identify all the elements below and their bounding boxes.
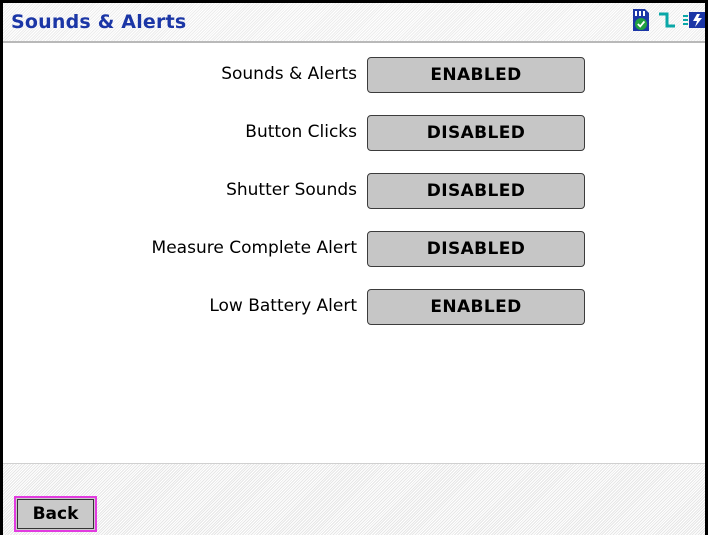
bottom-bar: Back [3,463,705,535]
page-title: Sounds & Alerts [11,11,187,33]
setting-row-sounds-alerts: Sounds & Alerts ENABLED [3,57,705,93]
setting-label: Measure Complete Alert [151,238,357,258]
measure-complete-alert-toggle-button[interactable]: DISABLED [367,231,585,267]
sounds-alerts-toggle-button[interactable]: ENABLED [367,57,585,93]
back-button[interactable]: Back [14,496,97,532]
low-battery-alert-toggle-button[interactable]: ENABLED [367,289,585,325]
signal-pulse-icon [657,10,677,34]
title-bar: Sounds & Alerts [3,3,705,43]
sd-card-check-icon [631,8,651,36]
shutter-sounds-toggle-button[interactable]: DISABLED [367,173,585,209]
status-icons [631,9,705,35]
setting-label: Button Clicks [245,122,357,142]
battery-charging-icon [683,10,705,34]
setting-label: Shutter Sounds [226,180,357,200]
setting-row-button-clicks: Button Clicks DISABLED [3,115,705,151]
setting-row-low-battery-alert: Low Battery Alert ENABLED [3,289,705,325]
button-clicks-toggle-button[interactable]: DISABLED [367,115,585,151]
setting-row-shutter-sounds: Shutter Sounds DISABLED [3,173,705,209]
sounds-alerts-screen: Sounds & Alerts Sounds & Alerts ENABLED … [0,0,708,535]
setting-row-measure-complete-alert: Measure Complete Alert DISABLED [3,231,705,267]
setting-label: Sounds & Alerts [221,64,357,84]
setting-label: Low Battery Alert [209,296,357,316]
